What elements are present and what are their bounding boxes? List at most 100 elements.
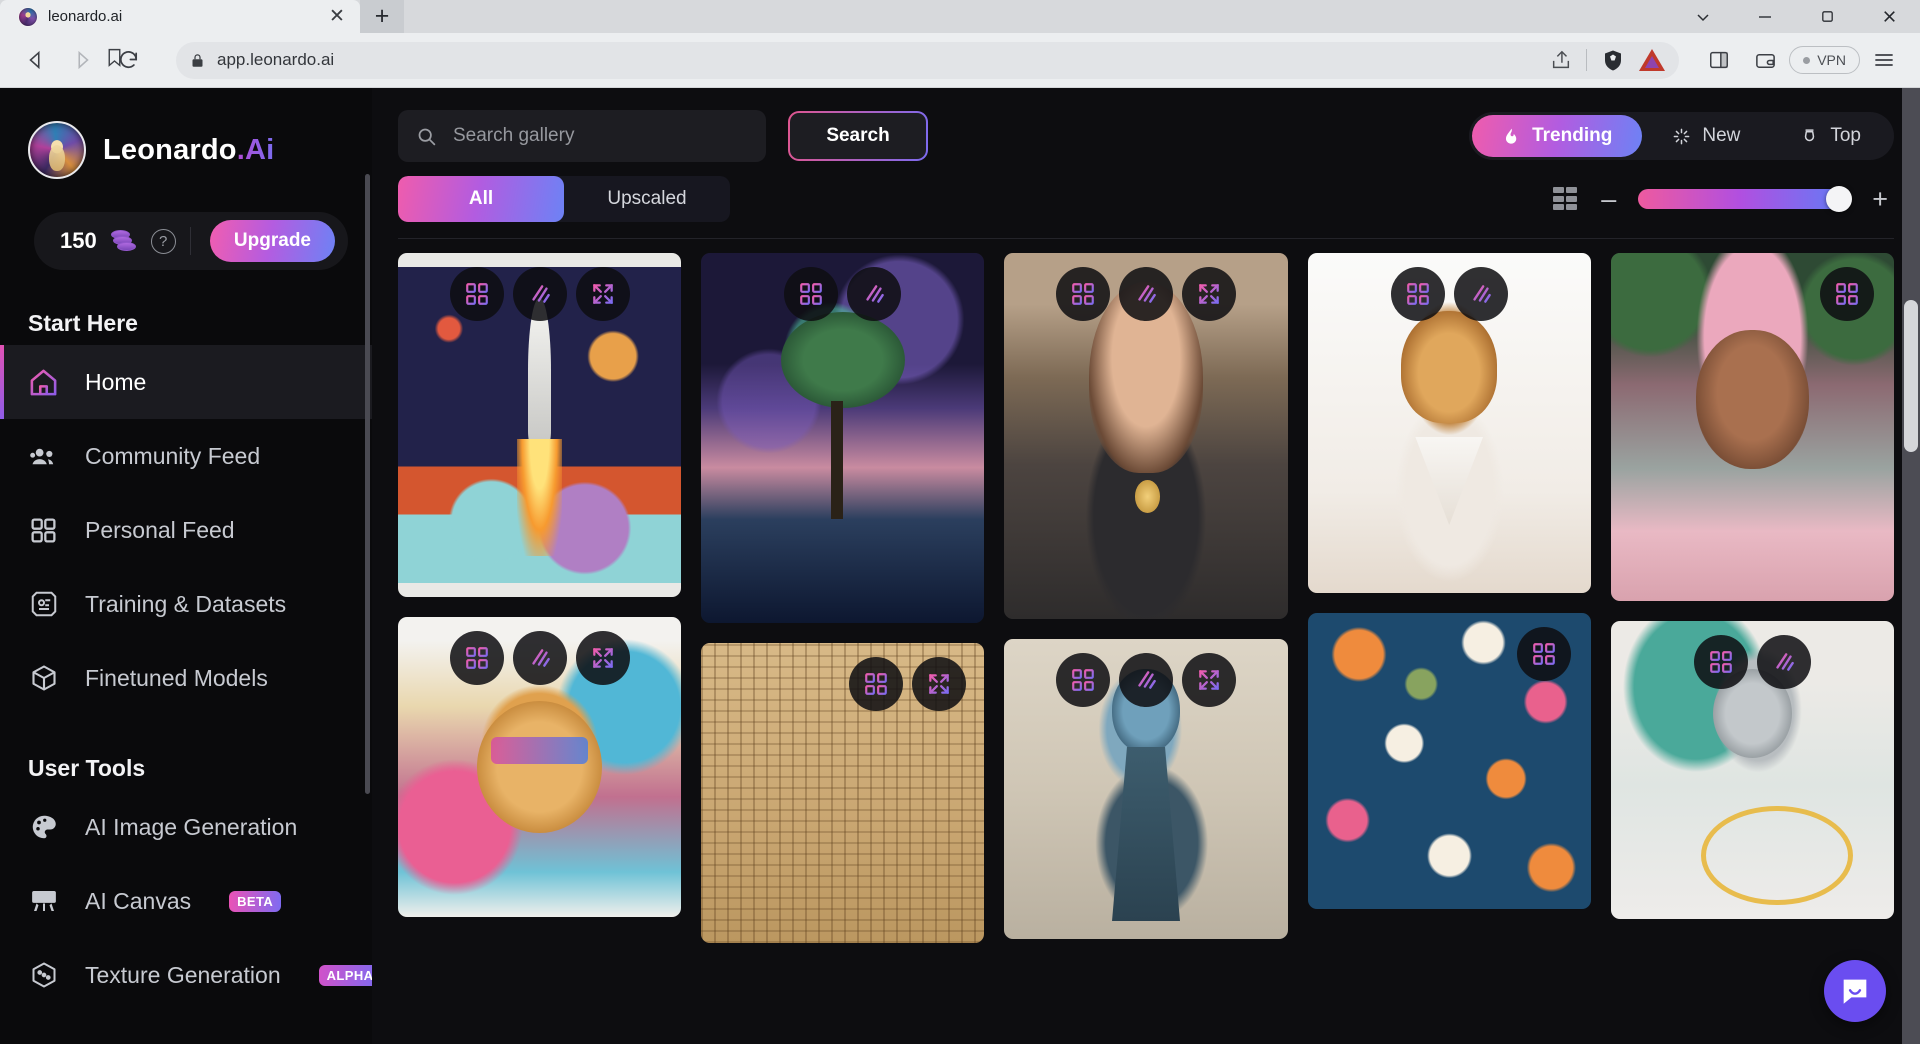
new-tab-button[interactable]: + xyxy=(360,0,404,33)
tab-search-chevron-icon[interactable] xyxy=(1672,0,1734,33)
gallery-card[interactable] xyxy=(1307,613,1591,909)
upgrade-button[interactable]: Upgrade xyxy=(209,220,335,262)
gallery-card[interactable] xyxy=(1004,639,1288,939)
card-action-bar xyxy=(1611,635,1894,689)
remix-icon[interactable] xyxy=(1390,267,1445,321)
upscale-icon[interactable] xyxy=(1119,653,1173,707)
flame-icon xyxy=(1502,127,1521,146)
zoom-slider[interactable] xyxy=(1638,186,1853,212)
upscale-icon[interactable] xyxy=(1119,267,1173,321)
sidebar-item-personal-feed[interactable]: Personal Feed xyxy=(0,493,372,567)
remix-icon[interactable] xyxy=(1056,653,1110,707)
zoom-out-button[interactable]: – xyxy=(1601,185,1616,213)
main-content: Search Trending xyxy=(372,88,1920,1044)
extension-triangle-icon[interactable] xyxy=(1639,49,1666,71)
gallery-card[interactable] xyxy=(1610,621,1895,919)
upscale-icon[interactable] xyxy=(847,267,902,321)
gallery-card[interactable] xyxy=(398,253,682,597)
url-text: app.leonardo.ai xyxy=(217,50,335,69)
zoom-in-button[interactable]: + xyxy=(1872,185,1888,213)
page-scrollbar[interactable] xyxy=(1902,88,1920,1044)
fullscreen-icon[interactable] xyxy=(575,631,630,685)
brand-name-text: Leonardo xyxy=(103,133,237,166)
remix-icon[interactable] xyxy=(1516,627,1571,681)
gallery-card[interactable] xyxy=(701,253,985,623)
minimize-window-button[interactable] xyxy=(1734,0,1796,33)
zoom-slider-thumb[interactable] xyxy=(1826,186,1853,212)
sidebar-item-community-feed[interactable]: Community Feed xyxy=(0,419,372,493)
sort-top-button[interactable]: Top xyxy=(1770,115,1891,157)
fullscreen-icon[interactable] xyxy=(1182,653,1236,707)
fullscreen-icon[interactable] xyxy=(912,657,967,711)
texture-cube-icon xyxy=(28,960,59,991)
gallery-card[interactable] xyxy=(1004,253,1288,619)
sidebar-item-label: Finetuned Models xyxy=(85,664,268,691)
gallery-card[interactable] xyxy=(398,617,682,917)
sidebar-item-label: Community Feed xyxy=(85,442,261,469)
sort-new-button[interactable]: New xyxy=(1642,115,1770,157)
side-panel-icon[interactable] xyxy=(1697,38,1741,82)
back-icon[interactable] xyxy=(14,38,58,82)
gallery-column xyxy=(1610,253,1895,919)
sidebar-item-ai-image-generation[interactable]: AI Image Generation xyxy=(0,790,372,864)
sidebar-item-label: AI Canvas xyxy=(85,887,192,914)
brand-suffix-text: .Ai xyxy=(236,133,275,166)
remix-icon[interactable] xyxy=(1693,635,1748,689)
sidebar-item-texture-generation[interactable]: Texture Generation ALPHA xyxy=(0,938,372,1012)
search-button[interactable]: Search xyxy=(788,111,928,161)
sidebar-item-label: AI Image Generation xyxy=(85,813,298,840)
search-input[interactable] xyxy=(453,125,748,147)
url-bar[interactable]: app.leonardo.ai xyxy=(108,41,1680,79)
remix-icon[interactable] xyxy=(449,267,504,321)
remix-icon[interactable] xyxy=(1820,267,1875,321)
remix-icon[interactable] xyxy=(784,267,839,321)
sidebar-item-finetuned-models[interactable]: Finetuned Models xyxy=(0,641,372,715)
bookmark-icon[interactable] xyxy=(104,47,125,73)
brand-header[interactable]: Leonardo.Ai xyxy=(0,114,372,186)
remix-icon[interactable] xyxy=(1056,267,1110,321)
brave-shield-icon[interactable] xyxy=(1601,48,1625,73)
sidebar-item-home[interactable]: Home xyxy=(0,345,372,419)
intercom-chat-icon[interactable] xyxy=(1824,960,1886,1022)
remix-icon[interactable] xyxy=(449,631,504,685)
close-window-button[interactable] xyxy=(1858,0,1920,33)
gallery-card[interactable] xyxy=(1610,253,1895,601)
tab-upscaled[interactable]: Upscaled xyxy=(564,176,730,222)
sidebar-scrollbar[interactable] xyxy=(365,174,370,794)
browser-tab[interactable]: leonardo.ai ✕ xyxy=(0,0,360,33)
help-icon[interactable]: ? xyxy=(150,228,176,254)
wallet-icon[interactable] xyxy=(1743,38,1787,82)
grid-layout-icon[interactable] xyxy=(1553,187,1579,211)
search-icon xyxy=(416,126,437,147)
tab-strip: leonardo.ai ✕ + xyxy=(0,0,1920,33)
upscale-icon[interactable] xyxy=(1453,267,1508,321)
sidebar-section-title-start-here: Start Here xyxy=(28,310,138,336)
share-icon[interactable] xyxy=(1550,49,1572,71)
sidebar-item-label: Personal Feed xyxy=(85,516,235,543)
gallery-card[interactable] xyxy=(1307,253,1591,593)
window-controls xyxy=(1672,0,1920,33)
remix-icon[interactable] xyxy=(849,657,904,711)
maximize-window-button[interactable] xyxy=(1796,0,1858,33)
fullscreen-icon[interactable] xyxy=(1182,267,1236,321)
card-action-bar xyxy=(701,657,984,711)
close-tab-icon[interactable]: ✕ xyxy=(324,4,350,30)
palette-icon xyxy=(28,812,59,843)
sparkle-icon xyxy=(1672,127,1691,146)
hamburger-menu-icon[interactable] xyxy=(1862,38,1906,82)
fullscreen-icon[interactable] xyxy=(575,267,630,321)
brand-title: Leonardo.Ai xyxy=(103,134,274,167)
page-scrollbar-thumb[interactable] xyxy=(1904,300,1918,452)
search-bar[interactable] xyxy=(398,110,766,162)
vpn-toggle[interactable]: VPN xyxy=(1789,46,1860,74)
upscale-icon[interactable] xyxy=(512,631,567,685)
sidebar-item-training-datasets[interactable]: Training & Datasets xyxy=(0,567,372,641)
tab-all[interactable]: All xyxy=(398,176,564,222)
upscale-icon[interactable] xyxy=(1756,635,1811,689)
canvas-easel-icon xyxy=(28,886,59,917)
sidebar-item-ai-canvas[interactable]: AI Canvas BETA xyxy=(0,864,372,938)
gallery-card[interactable] xyxy=(701,643,985,943)
sort-trending-label: Trending xyxy=(1532,125,1613,146)
sort-trending-button[interactable]: Trending xyxy=(1472,115,1643,157)
upscale-icon[interactable] xyxy=(512,267,567,321)
